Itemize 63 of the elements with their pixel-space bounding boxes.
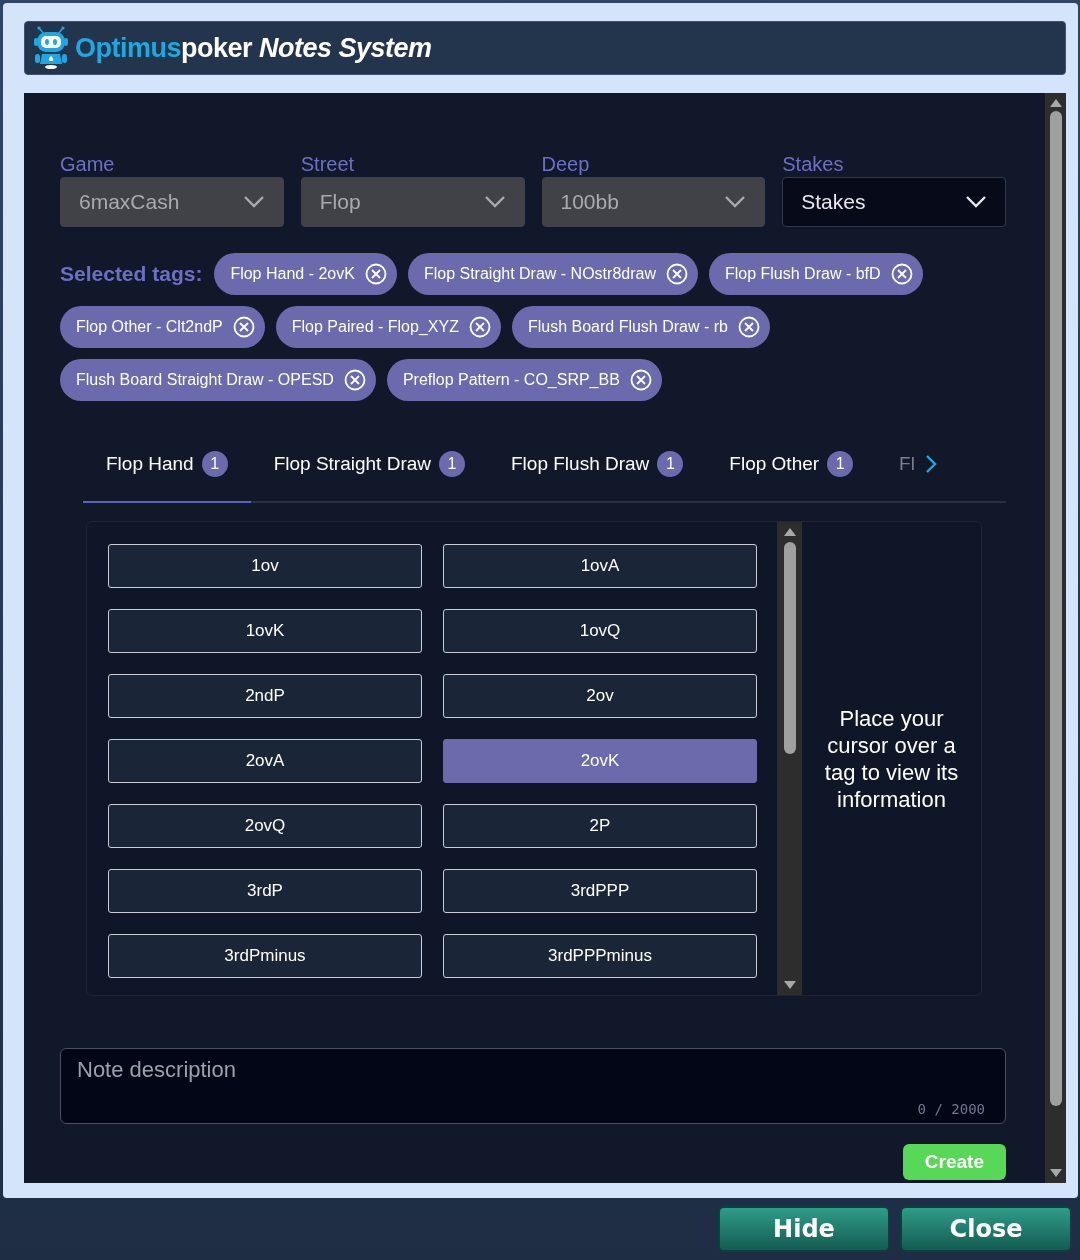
scroll-down-icon[interactable] [1049, 1169, 1062, 1177]
selected-tag-chip: Preflop Pattern - CO_SRP_BB [386, 359, 662, 401]
hide-button[interactable]: Hide [718, 1206, 890, 1252]
count-badge: 1 [657, 451, 684, 477]
chevron-down-icon [483, 195, 506, 209]
remove-icon[interactable] [738, 316, 760, 338]
selected-tags-label: Selected tags: [60, 262, 203, 286]
close-button[interactable]: Close [900, 1206, 1072, 1252]
tab[interactable]: Fl [876, 427, 919, 503]
tab[interactable]: Flop Other 1 [706, 427, 877, 503]
remove-icon[interactable] [629, 369, 652, 391]
window-title: Optimuspoker Notes System [75, 32, 432, 64]
tab[interactable]: Flop Hand 1 [83, 427, 251, 503]
tag-button[interactable]: 2ovA [108, 739, 422, 783]
chevron-down-icon [965, 195, 987, 209]
count-badge: 1 [201, 451, 228, 477]
count-badge: 1 [827, 451, 854, 477]
tag-button[interactable]: 3rdP [108, 869, 422, 913]
field-label: Deep [541, 153, 591, 175]
selected-tag-chip: Flush Board Straight Draw - OPESD [60, 359, 376, 401]
tag-button[interactable]: 2ndP [108, 674, 422, 718]
scrollbar-thumb[interactable] [783, 542, 796, 754]
tag-button[interactable]: 3rdPminus [108, 934, 422, 978]
remove-icon[interactable] [665, 263, 688, 285]
field-label: Stakes [782, 153, 845, 175]
tab[interactable]: Flop Flush Draw 1 [488, 427, 707, 503]
scroll-down-icon[interactable] [783, 981, 796, 989]
count-badge: 1 [439, 451, 465, 477]
selected-tag-chip: Flush Board Flush Draw - rb [511, 306, 770, 348]
remove-icon[interactable] [343, 369, 366, 391]
scrollbar-thumb[interactable] [1049, 111, 1062, 1106]
tag-button[interactable]: 1ovK [108, 609, 422, 653]
chevron-down-icon [242, 195, 265, 209]
selected-tag-chip: Flop Straight Draw - NOstr8draw [407, 253, 698, 295]
field-label: Game [60, 153, 116, 175]
tag-button[interactable]: 2ovQ [108, 804, 422, 848]
selected-tag-chip: Flop Hand - 2ovK [214, 253, 397, 295]
tag-button[interactable]: 2ovK [443, 739, 757, 783]
remove-icon[interactable] [468, 316, 491, 338]
tag-button[interactable]: 1ovQ [443, 609, 757, 653]
selected-tag-chip: Flop Other - Clt2ndP [60, 306, 265, 348]
remove-icon[interactable] [890, 263, 913, 285]
dropdown[interactable]: Stakes [782, 177, 1006, 227]
tag-button[interactable]: 1ovA [443, 544, 757, 588]
note-description-field[interactable]: Note description 0 / 2000 [60, 1048, 1006, 1124]
tag-button[interactable]: 2ov [443, 674, 757, 718]
scroll-up-icon[interactable] [1049, 99, 1062, 107]
remove-icon[interactable] [364, 263, 387, 285]
chevron-right-icon[interactable] [924, 454, 937, 474]
remove-icon[interactable] [232, 316, 255, 338]
selected-tag-chip: Flop Paired - Flop_XYZ [275, 306, 501, 348]
tag-button[interactable]: 2P [443, 804, 757, 848]
tag-button[interactable]: 1ov [108, 544, 422, 588]
tab[interactable]: Flop Straight Draw 1 [250, 427, 488, 503]
character-counter: 0 / 2000 [917, 1101, 985, 1117]
info-text: Place your cursor over a tag to view its information [823, 704, 960, 813]
field-label: Street [300, 153, 356, 175]
chevron-down-icon [724, 195, 747, 209]
tag-button[interactable]: 3rdPPP [443, 869, 757, 913]
robot-logo-icon [33, 26, 69, 70]
tag-button[interactable]: 3rdPPPminus [443, 934, 757, 978]
selected-tag-chip: Flop Flush Draw - bfD [708, 253, 923, 295]
scroll-up-icon[interactable] [783, 528, 796, 536]
